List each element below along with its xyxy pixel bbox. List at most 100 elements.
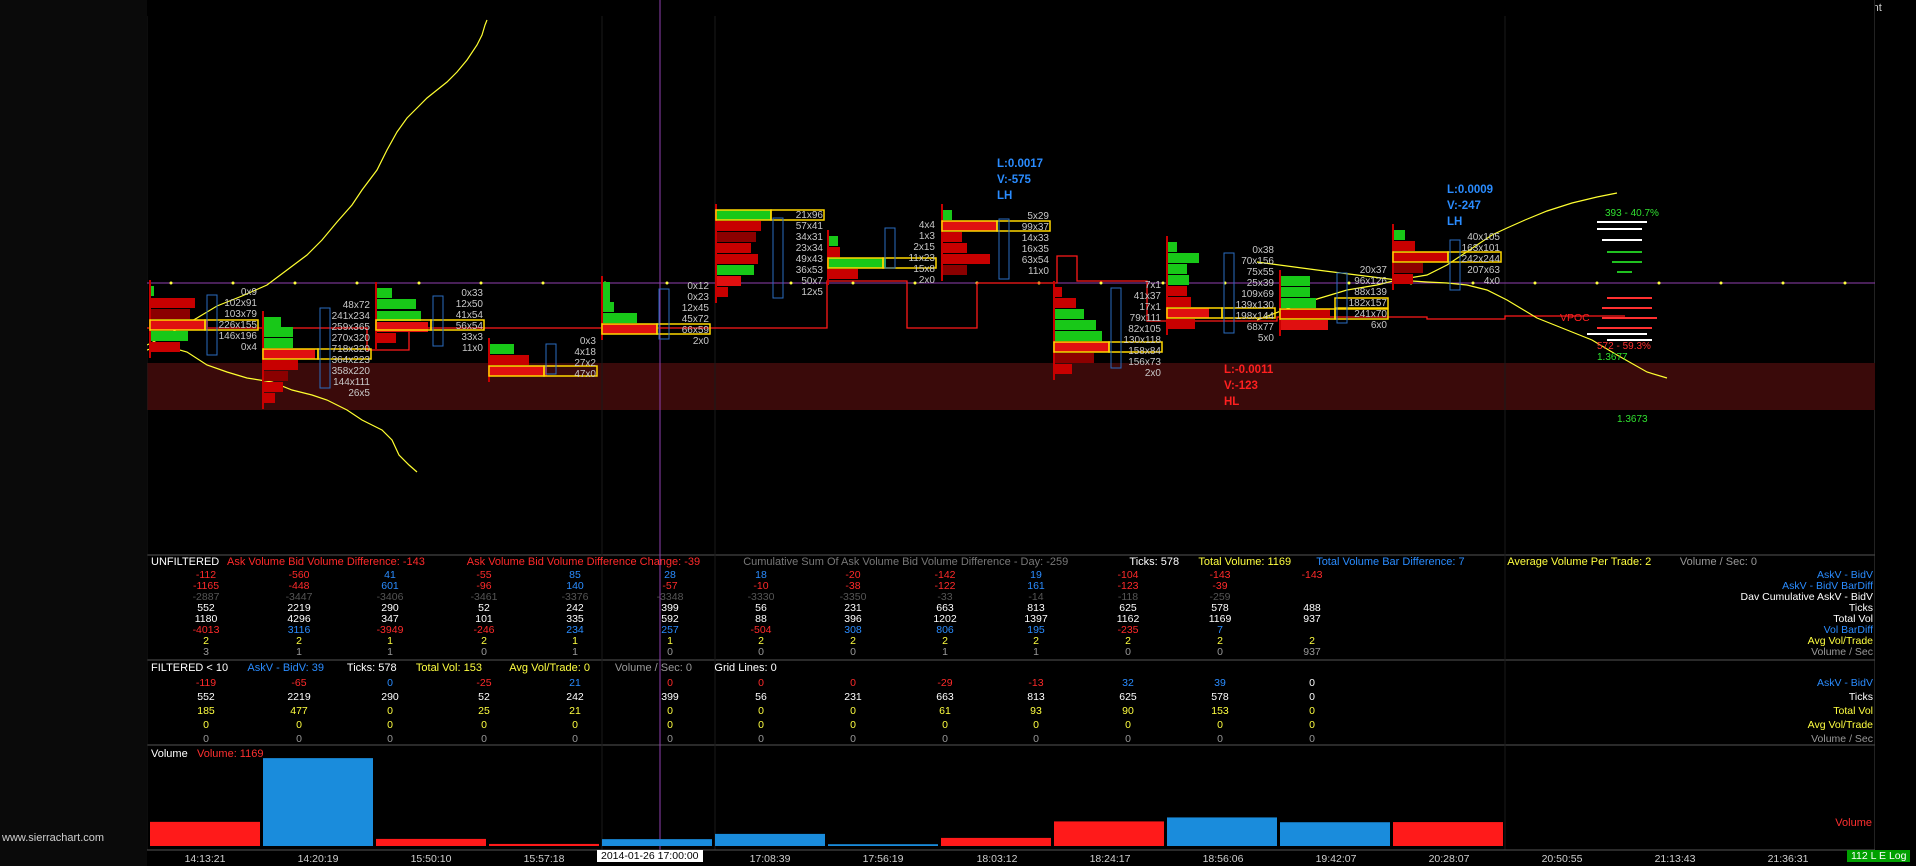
volume-bar xyxy=(715,833,825,846)
filtered-row-label: Ticks xyxy=(1849,691,1873,703)
volume-bar xyxy=(941,837,1051,846)
panel-legend-item: Avg Vol/Trade: 0 xyxy=(509,662,590,674)
footprint-label: 63x54 xyxy=(1022,255,1050,266)
footprint-label: 103x79 xyxy=(224,309,257,320)
footprint-block xyxy=(828,258,886,268)
footprint-label: 0x4 xyxy=(241,342,258,353)
filtered-cell: 0 xyxy=(1309,719,1315,731)
footprint-label: 4x4 xyxy=(919,220,936,231)
filtered-cell: 0 xyxy=(758,733,764,745)
filtered-cell: 2219 xyxy=(287,691,311,703)
unfiltered-cell: 1 xyxy=(387,646,393,658)
filtered-cell: 0 xyxy=(296,733,302,745)
footprint-label: 12x45 xyxy=(682,303,710,314)
footprint-label: 15x8 xyxy=(913,264,935,275)
footprint-block xyxy=(263,349,315,359)
filtered-cell: 578 xyxy=(1211,691,1229,703)
footprint-label: 45x72 xyxy=(682,314,710,325)
vpoc-label: VPOC xyxy=(1560,312,1590,324)
footprint-label: 364x223 xyxy=(332,355,371,366)
footprint-label: 2x0 xyxy=(1145,368,1162,379)
footprint-block xyxy=(1393,274,1413,284)
chart-canvas[interactable]: 393 - 40.7% 572 - 59.3%1.3677 1.3673 VPOC 0x… xyxy=(147,0,1875,866)
vbp-high-label: 393 - 40.7% xyxy=(1605,208,1659,219)
filtered-cell: 0 xyxy=(481,733,487,745)
filtered-cell: 0 xyxy=(942,733,948,745)
footprint-label: 57x41 xyxy=(796,221,824,232)
panel-legend-item: Ask Volume Bid Volume Difference Change:… xyxy=(467,556,700,568)
footprint-block xyxy=(716,265,754,275)
footprint-block xyxy=(263,327,293,337)
volume-bar xyxy=(376,838,486,846)
ib-dot xyxy=(355,281,359,285)
ib-dot xyxy=(1595,281,1599,285)
filtered-cell: 0 xyxy=(1033,733,1039,745)
swing3-v: V:-123 xyxy=(1224,380,1258,392)
footprint-label: 33x3 xyxy=(461,332,483,343)
footprint-block xyxy=(1393,252,1448,262)
filtered-cell: 290 xyxy=(381,691,399,703)
footprint-block xyxy=(716,243,751,253)
time-tick: 20:28:07 xyxy=(1429,853,1470,865)
ib-dot xyxy=(1099,281,1103,285)
ib-dot xyxy=(169,281,173,285)
filtered-cell: 0 xyxy=(203,733,209,745)
filtered-cell: 0 xyxy=(387,705,393,717)
ib-dot xyxy=(1843,281,1847,285)
footprint-label: 226x155 xyxy=(219,320,258,331)
chart-region[interactable]: 393 - 40.7% 572 - 59.3% 1.3677 1.3673 VPOC 0x… xyxy=(147,0,1875,866)
filtered-cell: 0 xyxy=(1309,677,1315,689)
footprint-block xyxy=(376,299,416,309)
time-tick: 15:57:18 xyxy=(524,853,565,865)
time-tick: 17:08:39 xyxy=(750,853,791,865)
filtered-cell: 0 xyxy=(572,719,578,731)
ib-dot xyxy=(913,281,917,285)
footprint-label: 27x2 xyxy=(574,358,596,369)
ib-dot xyxy=(1719,281,1723,285)
filtered-cell: 552 xyxy=(197,691,215,703)
ib-dot xyxy=(1781,281,1785,285)
footprint-block xyxy=(716,232,756,242)
filtered-cell: 0 xyxy=(667,705,673,717)
footprint-block xyxy=(376,288,392,298)
footprint-label: 5x0 xyxy=(1258,333,1275,344)
watermark-text: www.sierrachart.com xyxy=(2,832,105,844)
unfiltered-row-label: Volume / Sec xyxy=(1811,646,1873,658)
ib-dot xyxy=(293,281,297,285)
ib-dot xyxy=(1471,281,1475,285)
footprint-label: 12x50 xyxy=(456,299,484,310)
footprint-label: 70x156 xyxy=(1241,256,1274,267)
footprint-label: 41x54 xyxy=(456,310,484,321)
volume-bar xyxy=(1393,822,1503,846)
footprint-block xyxy=(1054,309,1084,319)
time-tick: 18:24:17 xyxy=(1090,853,1131,865)
ib-dot xyxy=(479,281,483,285)
time-tick: 21:36:31 xyxy=(1768,853,1809,865)
unfiltered-cell: 0 xyxy=(850,646,856,658)
footprint-block xyxy=(942,254,990,264)
filtered-cell: 0 xyxy=(1217,719,1223,731)
footprint-label: 34x31 xyxy=(796,232,824,243)
panel-legend-item: Grid Lines: 0 xyxy=(714,662,776,674)
filtered-cell: 61 xyxy=(939,705,951,717)
footprint-label: 99x37 xyxy=(1022,222,1050,233)
footprint-label: 25x39 xyxy=(1247,278,1275,289)
footprint-label: 718x320 xyxy=(332,344,371,355)
footprint-label: 0x9 xyxy=(241,287,258,298)
volume-bar xyxy=(828,844,938,846)
footprint-block xyxy=(1280,298,1316,308)
filtered-cell: 0 xyxy=(850,705,856,717)
footprint-label: 6x0 xyxy=(1371,320,1388,331)
footprint-label: 23x34 xyxy=(796,243,824,254)
status-badge[interactable]: 112 L E Log xyxy=(1847,850,1911,862)
swing1-v: V:-575 xyxy=(997,174,1031,186)
footprint-label: 2x0 xyxy=(693,336,710,347)
footprint-label: 130x118 xyxy=(1123,335,1161,346)
footprint-label: 2x15 xyxy=(913,242,935,253)
footprint-block xyxy=(150,331,188,341)
ib-dot xyxy=(1657,281,1661,285)
filtered-cell: 0 xyxy=(572,733,578,745)
filtered-cell: 25 xyxy=(478,705,490,717)
footprint-block xyxy=(602,324,657,334)
filtered-cell: 0 xyxy=(203,719,209,731)
